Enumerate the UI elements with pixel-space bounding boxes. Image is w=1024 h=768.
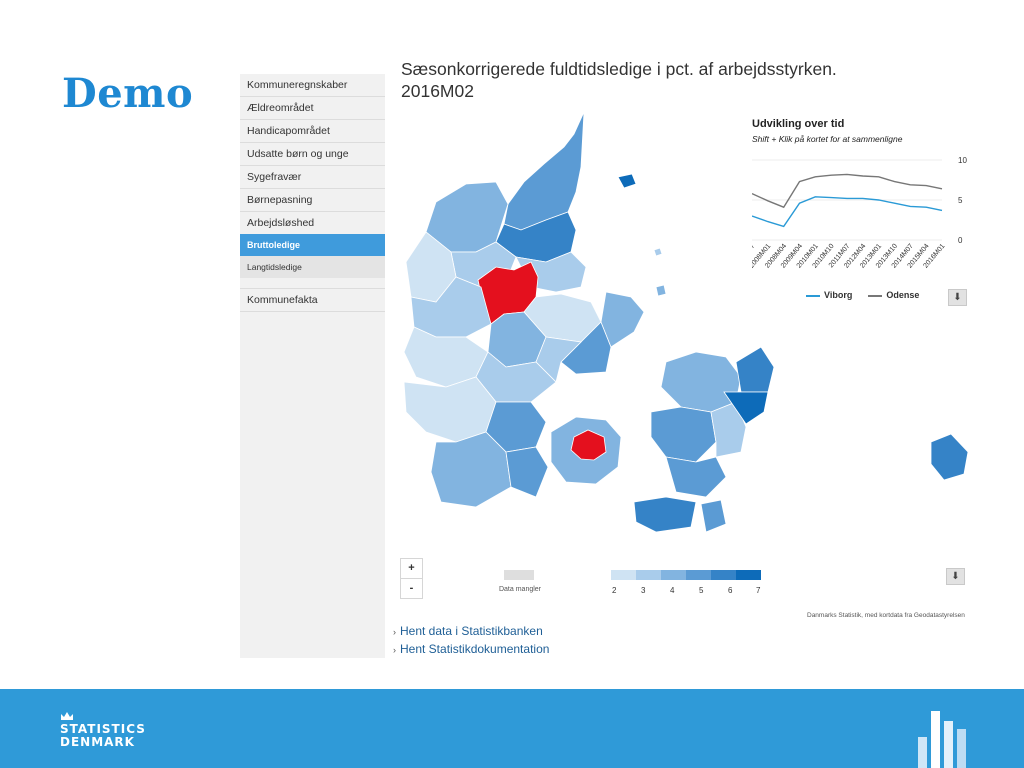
scale-label: 4 [670, 586, 675, 595]
sidebar-item-langtidsledige[interactable]: Langtidsledige [240, 256, 385, 278]
link-statistikbanken[interactable]: › Hent data i Statistikbanken [393, 624, 543, 638]
scale-step [711, 570, 736, 580]
bar-logo-icon [918, 711, 966, 768]
chevron-right-icon: › [393, 645, 396, 655]
y-tick-label: 5 [958, 196, 963, 205]
series-line-odense[interactable] [752, 173, 943, 209]
legend-item-viborg[interactable]: Viborg [806, 290, 852, 300]
line-chart[interactable]: 051020072008M012008M042009M042010M012010… [752, 150, 984, 300]
y-tick-label: 0 [958, 236, 963, 245]
scale-label: 3 [641, 586, 646, 595]
no-data-label: Data mangler [498, 586, 542, 593]
zoom-in-button[interactable]: + [401, 559, 422, 578]
download-icon: ⬇ [953, 292, 962, 303]
sidebar-item-kommunefakta[interactable]: Kommunefakta [240, 289, 385, 312]
sidebar-item-handicapomraadet[interactable]: Handicapområdet [240, 120, 385, 143]
legend-label-odense: Odense [886, 290, 920, 300]
zoom-out-button[interactable]: - [401, 578, 422, 598]
sidebar-item-aeldreomraadet[interactable]: Ældreområdet [240, 97, 385, 120]
sidebar-item-udsatte-boern[interactable]: Udsatte børn og unge [240, 143, 385, 166]
scale-step [611, 570, 636, 580]
sidebar-item-bruttoledige[interactable]: Bruttoledige [240, 234, 385, 256]
scale-step [661, 570, 686, 580]
chart-title: Udvikling over tid [752, 118, 845, 130]
scale-label: 6 [728, 586, 733, 595]
crown-icon [61, 712, 73, 720]
chart-subtitle: Shift + Klik på kortet for at sammenlign… [752, 134, 903, 144]
sidebar-item-sygefravaer[interactable]: Sygefravær [240, 166, 385, 189]
sidebar-divider [240, 278, 385, 289]
chevron-right-icon: › [393, 627, 396, 637]
sidebar-item-boernepasning[interactable]: Børnepasning [240, 189, 385, 212]
link-label: Hent data i Statistikbanken [400, 624, 543, 638]
scale-step [636, 570, 661, 580]
series-line-viborg[interactable] [752, 196, 943, 228]
map-title-period: 2016M02 [401, 81, 474, 101]
legend-label-viborg: Viborg [824, 290, 853, 300]
link-label: Hent Statistikdokumentation [400, 642, 550, 656]
chart-legend: Viborg Odense [806, 290, 919, 300]
sidebar-item-kommuneregnskaber[interactable]: Kommuneregnskaber [240, 74, 385, 97]
brand-line2: DENMARK [60, 735, 135, 749]
legend-swatch-viborg [806, 294, 820, 297]
scale-label: 5 [699, 586, 704, 595]
scale-label: 2 [612, 586, 617, 595]
no-data-swatch [504, 570, 534, 580]
legend-item-odense[interactable]: Odense [868, 290, 919, 300]
brand-logo-text: STATISTICS DENMARK [60, 723, 146, 749]
zoom-control: + - [400, 558, 423, 599]
sidebar-nav: Kommuneregnskaber Ældreområdet Handicapo… [240, 74, 385, 658]
map-attribution: Danmarks Statistik, med kortdata fra Geo… [807, 612, 965, 619]
legend-swatch-odense [868, 294, 883, 297]
y-tick-label: 10 [958, 156, 967, 165]
download-icon: ⬇ [951, 571, 960, 582]
map-download-button[interactable]: ⬇ [946, 568, 965, 585]
chart-download-button[interactable]: ⬇ [948, 289, 967, 306]
footer-bar: STATISTICS DENMARK [0, 689, 1024, 768]
color-scale [611, 570, 761, 580]
link-statistikdokumentation[interactable]: › Hent Statistikdokumentation [393, 642, 549, 656]
slide-title: Demo [62, 70, 194, 117]
map-title: Sæsonkorrigerede fuldtidsledige i pct. a… [401, 58, 901, 102]
sidebar-item-arbejdsloeshed[interactable]: Arbejdsløshed [240, 212, 385, 235]
scale-step [686, 570, 711, 580]
scale-step [736, 570, 761, 580]
time-series-panel: Udvikling over tid Shift + Klik på korte… [752, 118, 984, 318]
scale-label: 7 [756, 586, 761, 595]
map-title-line1: Sæsonkorrigerede fuldtidsledige i pct. a… [401, 59, 837, 79]
